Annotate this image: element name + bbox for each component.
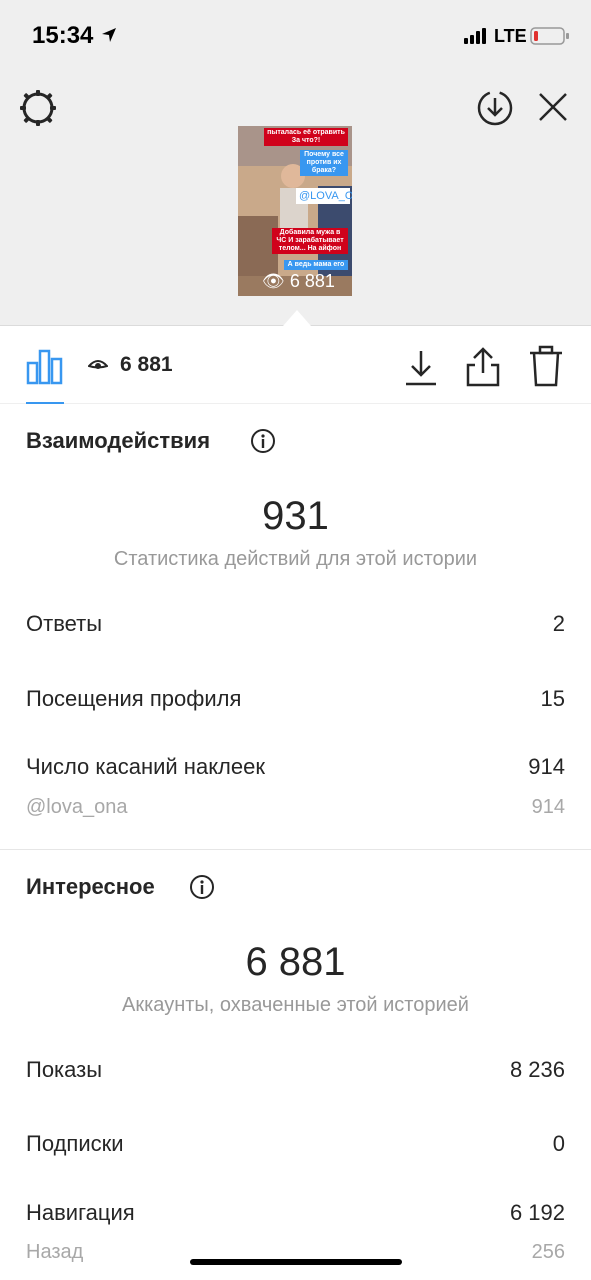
navigation-label: Навигация — [26, 1200, 135, 1225]
story-thumbnail[interactable]: пыталась её отравить За что?! Почему все… — [238, 126, 352, 296]
network-type: LTE — [494, 26, 527, 46]
story-sticker: А ведь мама его — [284, 260, 348, 270]
section-divider — [0, 849, 591, 850]
download-icon[interactable] — [402, 347, 440, 387]
info-icon[interactable] — [189, 874, 215, 900]
back-value: 256 — [531, 1241, 565, 1263]
info-icon[interactable] — [250, 428, 276, 454]
impressions-label: Показы — [26, 1057, 103, 1082]
replies-value: 2 — [552, 611, 565, 636]
status-time: 15:34 — [32, 22, 94, 49]
eye-icon: 👁 — [262, 271, 285, 291]
story-action-bar: 6 881 — [0, 327, 591, 404]
cellular-signal-icon — [464, 28, 486, 44]
thumbnail-pointer — [283, 310, 311, 326]
battery-icon — [530, 27, 569, 45]
sticker-mention-value: 914 — [531, 796, 565, 818]
discovery-total: 6 881 — [245, 940, 346, 984]
share-icon[interactable] — [464, 345, 502, 387]
interactions-title: Взаимодействия — [26, 428, 211, 453]
profile-visits-value: 15 — [540, 686, 565, 711]
impressions-value: 8 236 — [509, 1057, 565, 1082]
trash-icon[interactable] — [528, 345, 564, 387]
story-sticker: Добавила мужа в ЧС И зарабатывает телом.… — [272, 228, 348, 254]
follows-value: 0 — [552, 1131, 565, 1156]
home-indicator[interactable] — [190, 1259, 402, 1265]
close-icon[interactable] — [534, 88, 572, 126]
discovery-caption: Аккаунты, охваченные этой историей — [122, 994, 469, 1016]
sticker-taps-label: Число касаний наклеек — [26, 754, 265, 779]
views-count: 6 881 — [120, 353, 173, 376]
insights-bar-chart-icon[interactable] — [26, 349, 64, 385]
story-sticker: @LOVA_ONA — [296, 188, 352, 204]
profile-visits-label: Посещения профиля — [26, 686, 242, 711]
story-sticker: пыталась её отравить За что?! — [264, 128, 348, 146]
sticker-mention-label[interactable]: @lova_ona — [26, 796, 127, 819]
navigation-value: 6 192 — [509, 1200, 565, 1225]
eye-icon — [88, 360, 108, 369]
location-arrow-icon — [102, 28, 116, 42]
active-tab-indicator — [26, 402, 64, 404]
interactions-total: 931 — [262, 494, 329, 538]
status-bar: 15:34 LTE — [0, 0, 591, 70]
story-preview-area: 15:34 LTE пыталась её отравить За что?! … — [0, 0, 591, 326]
replies-label: Ответы — [26, 611, 103, 636]
back-label: Назад — [26, 1241, 84, 1263]
discovery-title: Интересное — [26, 874, 155, 899]
follows-label: Подписки — [26, 1131, 124, 1156]
save-circle-download-icon[interactable] — [475, 88, 515, 128]
sticker-taps-value: 914 — [528, 754, 565, 779]
thumbnail-views: 6 881 — [289, 271, 335, 291]
settings-gear-icon[interactable] — [18, 88, 58, 128]
thumbnail-view-count: 👁 6 881 — [262, 271, 335, 292]
story-sticker: Почему все против их брака? — [300, 150, 348, 176]
interactions-caption: Статистика действий для этой истории — [113, 548, 478, 570]
